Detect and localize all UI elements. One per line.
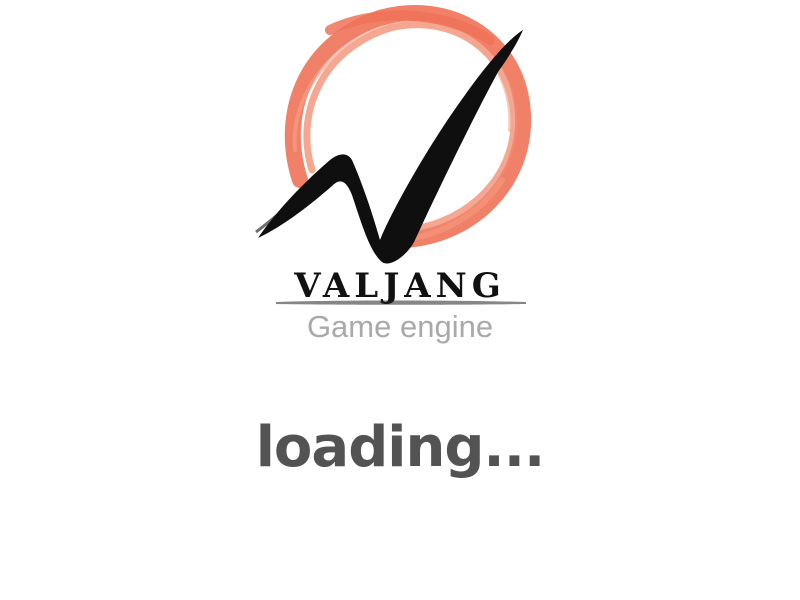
brand-underline [276, 300, 526, 305]
splash-screen: VALJANG Game engine loading... [0, 0, 800, 600]
loading-status: loading... [255, 415, 546, 480]
tagline: Game engine [306, 309, 494, 344]
valjang-logo-icon [255, 5, 532, 264]
